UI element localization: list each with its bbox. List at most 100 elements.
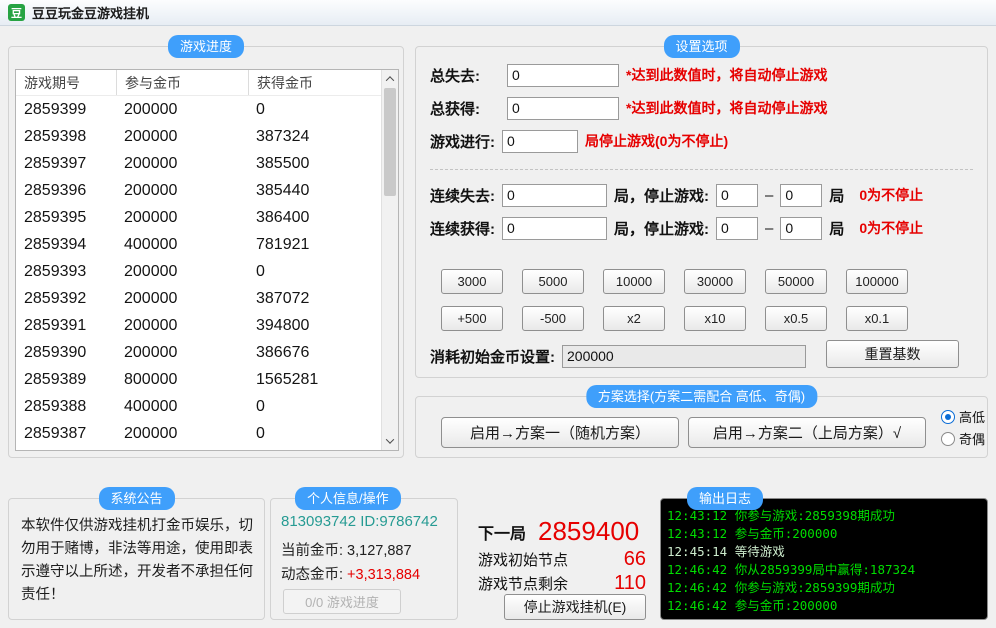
table-row[interactable]: 28593872000000 (16, 420, 381, 447)
streak-lose-input[interactable] (502, 184, 607, 207)
dynamic-coin-value: +3,313,884 (347, 567, 420, 583)
column-header[interactable]: 游戏期号 (16, 70, 116, 95)
plan-one-button[interactable]: 启用→方案一（随机方案） (441, 417, 679, 448)
modifier-button[interactable]: +500 (441, 306, 503, 331)
table-row[interactable]: 2859390200000386676 (16, 339, 381, 366)
streak-gain-note: 0为不停止 (859, 218, 923, 238)
modifier-button[interactable]: x0.1 (846, 306, 908, 331)
reset-base-button[interactable]: 重置基数 (826, 340, 959, 368)
table-cell: 2859394 (16, 231, 116, 258)
log-line: 12:46:42 参与金币:200000 (667, 597, 981, 615)
remain-node-label: 游戏节点剩余 (478, 573, 568, 594)
amount-button[interactable]: 5000 (522, 269, 584, 294)
remain-node-row: 游戏节点剩余 110 (478, 572, 646, 595)
scroll-down-icon[interactable] (382, 433, 398, 449)
next-round-value: 2859400 (538, 516, 639, 547)
column-header[interactable]: 参与金币 (116, 70, 248, 95)
table-cell: 2859389 (16, 366, 116, 393)
table-cell: 2859398 (16, 123, 116, 150)
scroll-thumb[interactable] (384, 88, 396, 196)
table-cell: 2859396 (16, 177, 116, 204)
total-gain-note: *达到此数值时，将自动停止游戏 (626, 98, 827, 118)
rounds-note: 局停止游戏(0为不停止) (585, 131, 728, 151)
streak-gain-from-input[interactable] (716, 217, 758, 240)
range-dash: – (765, 187, 773, 204)
app-window: 豆 豆豆玩金豆游戏挂机 游戏进度 游戏期号参与金币获得金币 2859399200… (0, 0, 996, 628)
table-row[interactable]: 2859392200000387072 (16, 285, 381, 312)
initial-coin-input[interactable] (562, 345, 806, 368)
table-row[interactable]: 28593932000000 (16, 258, 381, 285)
rounds-input[interactable] (502, 130, 578, 153)
streak-gain-to-input[interactable] (780, 217, 822, 240)
amount-button[interactable]: 50000 (765, 269, 827, 294)
streak-lose-to-input[interactable] (780, 184, 822, 207)
amount-button[interactable]: 100000 (846, 269, 908, 294)
table-row[interactable]: 2859396200000385440 (16, 177, 381, 204)
table-row[interactable]: 2859394400000781921 (16, 231, 381, 258)
table-cell: 2859399 (16, 96, 116, 123)
radio-odd-even-label: 奇偶 (959, 429, 985, 448)
scroll-up-icon[interactable] (382, 71, 398, 87)
table-cell: 400000 (116, 231, 248, 258)
progress-panel: 游戏进度 游戏期号参与金币获得金币 2859399200000028593982… (8, 46, 404, 458)
amount-button[interactable]: 10000 (603, 269, 665, 294)
remain-node-value: 110 (614, 572, 646, 595)
total-lose-input[interactable] (507, 64, 619, 87)
plan-two-button[interactable]: 启用→方案二（上局方案）√ (688, 417, 926, 448)
table-row[interactable]: 2859397200000385500 (16, 150, 381, 177)
init-node-label: 游戏初始节点 (478, 549, 568, 570)
game-progress-button: 0/0 游戏进度 (283, 589, 401, 614)
column-header[interactable]: 获得金币 (248, 70, 381, 95)
log-header: 输出日志 (687, 487, 763, 510)
table-cell: 781921 (248, 231, 381, 258)
amount-button[interactable]: 30000 (684, 269, 746, 294)
settings-panel: 设置选项 总失去: *达到此数值时，将自动停止游戏 总获得: *达到此数值时，将… (415, 46, 988, 378)
table-row[interactable]: 2859391200000394800 (16, 312, 381, 339)
total-gain-input[interactable] (507, 97, 619, 120)
personal-header: 个人信息/操作 (295, 487, 401, 510)
table-cell: 2859397 (16, 150, 116, 177)
table-cell: 2859393 (16, 258, 116, 285)
status-area: 下一局 2859400 游戏初始节点 66 游戏节点剩余 110 停止游戏挂机(… (466, 498, 662, 620)
separator (430, 169, 973, 170)
streak-lose-note: 0为不停止 (859, 185, 923, 205)
table-cell: 200000 (116, 339, 248, 366)
radio-odd-even[interactable]: 奇偶 (941, 429, 985, 448)
announcement-panel: 系统公告 本软件仅供游戏挂机打金币娱乐，切勿用于赌博，非法等用途，使用即表示遵守… (8, 498, 265, 620)
current-coin-value: 3,127,887 (347, 543, 412, 559)
modifier-button[interactable]: -500 (522, 306, 584, 331)
total-lose-note: *达到此数值时，将自动停止游戏 (626, 65, 827, 85)
table-row[interactable]: 28593992000000 (16, 96, 381, 123)
table-cell: 200000 (116, 258, 248, 285)
streak-mid-label: 局，停止游戏: (614, 218, 709, 239)
table-cell: 394800 (248, 312, 381, 339)
table-row[interactable]: 28593884000000 (16, 393, 381, 420)
radio-unselected-icon (941, 432, 955, 446)
radio-high-low[interactable]: 高低 (941, 407, 985, 426)
modifier-button-row: +500 -500 x2 x10 x0.5 x0.1 (441, 306, 908, 331)
streak-lose-label: 连续失去: (430, 185, 495, 206)
table-row[interactable]: 2859398200000387324 (16, 123, 381, 150)
table-cell: 200000 (116, 204, 248, 231)
announcement-text: 本软件仅供游戏挂机打金币娱乐，切勿用于赌博，非法等用途，使用即表示遵守以上所述，… (21, 515, 256, 607)
account-id: 813093742 ID:9786742 (281, 513, 438, 530)
table-row[interactable]: 28593898000001565281 (16, 366, 381, 393)
table-cell: 2859387 (16, 420, 116, 447)
total-lose-label: 总失去: (430, 65, 500, 86)
modifier-button[interactable]: x0.5 (765, 306, 827, 331)
table-cell: 0 (248, 420, 381, 447)
streak-lose-from-input[interactable] (716, 184, 758, 207)
table-cell: 0 (248, 393, 381, 420)
table-row[interactable]: 2859395200000386400 (16, 204, 381, 231)
log-line: 12:43:12 参与金币:200000 (667, 525, 981, 543)
table-scrollbar[interactable] (381, 70, 398, 450)
modifier-button[interactable]: x10 (684, 306, 746, 331)
titlebar: 豆 豆豆玩金豆游戏挂机 (0, 0, 996, 26)
streak-gain-input[interactable] (502, 217, 607, 240)
modifier-button[interactable]: x2 (603, 306, 665, 331)
amount-button[interactable]: 3000 (441, 269, 503, 294)
stop-game-button[interactable]: 停止游戏挂机(E) (504, 594, 646, 620)
dynamic-coin-row: 动态金币: +3,313,884 (281, 563, 420, 584)
current-coin-row: 当前金币: 3,127,887 (281, 539, 412, 560)
table-cell: 0 (248, 96, 381, 123)
